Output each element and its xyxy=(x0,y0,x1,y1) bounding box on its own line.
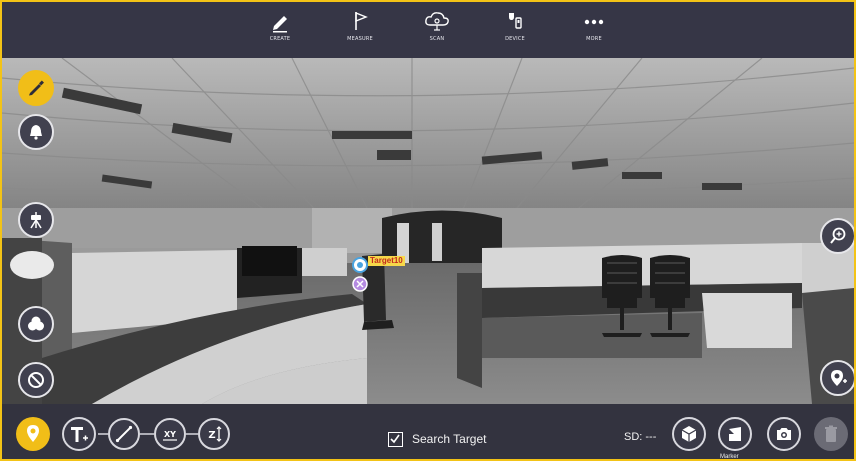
scan-cube-button[interactable] xyxy=(672,417,706,451)
app-frame: CREATE MEASURE SCAN DEVICE MORE Target10… xyxy=(0,0,856,461)
layers-button[interactable] xyxy=(18,306,54,342)
marker-button[interactable] xyxy=(718,417,752,451)
measure-tool-label: MEASURE xyxy=(347,36,373,42)
more-icon xyxy=(584,19,604,25)
layers-icon xyxy=(28,316,44,331)
trash-icon xyxy=(825,425,837,442)
delete-button[interactable] xyxy=(814,417,848,451)
scan-tool-button[interactable]: SCAN xyxy=(407,8,467,56)
search-target-checkbox[interactable] xyxy=(388,432,403,447)
scan-viewport[interactable]: Target10 xyxy=(2,58,854,404)
bell-icon xyxy=(30,125,42,140)
office-scan-image xyxy=(2,58,854,404)
tripod-icon xyxy=(30,212,42,229)
cube-icon xyxy=(681,426,697,442)
cloud-scan-icon xyxy=(425,12,449,31)
device-icon xyxy=(509,13,522,29)
sd-indicator: SD: --- xyxy=(624,431,657,443)
prohibit-icon xyxy=(28,372,44,388)
pencil-icon xyxy=(29,80,44,96)
measure-tool-button[interactable]: MEASURE xyxy=(330,8,390,56)
camera-button[interactable] xyxy=(767,417,801,451)
checkmark-icon xyxy=(390,434,400,444)
camera-icon xyxy=(777,428,791,440)
flag-icon xyxy=(355,11,368,30)
top-toolbar: CREATE MEASURE SCAN DEVICE MORE xyxy=(2,2,854,58)
pencil-icon xyxy=(273,16,287,33)
more-tool-button[interactable]: MORE xyxy=(564,8,624,56)
level-tripod-button[interactable] xyxy=(18,202,54,238)
zoom-button[interactable] xyxy=(820,218,854,254)
notification-button[interactable] xyxy=(18,114,54,150)
zoom-icon xyxy=(830,227,846,244)
create-tool-button[interactable]: CREATE xyxy=(250,8,310,56)
more-tool-label: MORE xyxy=(586,36,602,42)
search-target-label: Search Target xyxy=(412,432,487,446)
cancel-button[interactable] xyxy=(18,362,54,398)
bottom-toolbar: XY Z Search Target SD: --- Marker xyxy=(2,404,854,459)
map-pin-plus-icon xyxy=(831,370,847,386)
device-tool-label: DEVICE xyxy=(505,36,525,42)
scan-tool-label: SCAN xyxy=(429,36,445,42)
device-tool-button[interactable]: DEVICE xyxy=(485,8,545,56)
marker-icon xyxy=(729,427,741,441)
target-label: Target10 xyxy=(368,256,405,266)
edit-mode-button[interactable] xyxy=(18,70,54,106)
button-connectors xyxy=(98,433,198,435)
create-tool-label: CREATE xyxy=(269,36,291,42)
add-location-button[interactable] xyxy=(820,360,854,396)
marker-label: Marker xyxy=(720,454,739,460)
